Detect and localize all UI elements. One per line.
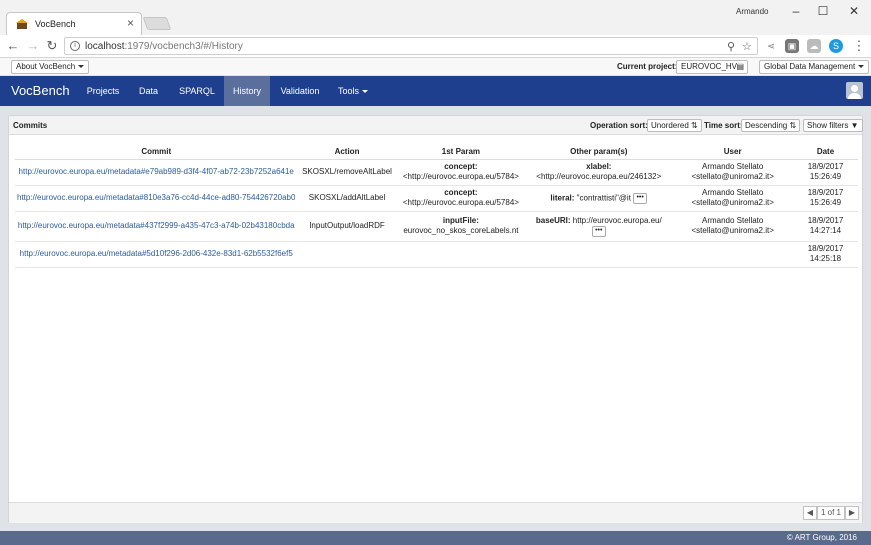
chrome-menu-icon[interactable]: ⋮ <box>851 38 867 54</box>
action-cell: SKOSXL/removeAltLabel <box>297 159 397 186</box>
copyright-text: © ART Group, 2016 <box>786 533 857 542</box>
date-cell: 18/9/2017 14:25:18 <box>792 241 858 268</box>
date-cell: 18/9/2017 15:26:49 <box>792 185 858 212</box>
panel-header: Commits Operation sort: Unordered ⇅ Time… <box>9 116 863 135</box>
address-text: localhost:1979/vocbench3/#/History <box>85 41 243 52</box>
nav-sparql[interactable]: SPARQL <box>170 76 224 106</box>
table-row: http://eurovoc.europa.eu/metadata#e79ab9… <box>15 159 858 186</box>
time-sort-label: Time sort: <box>704 121 743 130</box>
new-tab-button[interactable] <box>142 17 172 30</box>
col-first-param: 1st Param <box>396 144 526 160</box>
user-cell: Armando Stellato <stellato@uniroma2.it> <box>672 185 793 212</box>
back-icon[interactable]: ← <box>5 38 21 54</box>
other-params-cell: baseURI: http://eurovoc.europa.eu/••• <box>525 211 673 242</box>
commit-link[interactable]: http://eurovoc.europa.eu/metadata#5d10f2… <box>15 241 298 268</box>
next-page-icon[interactable]: ▶ <box>845 506 859 520</box>
current-project-selector[interactable]: EUROVOC_HV ▤ <box>676 60 748 74</box>
browser-toolbar: ← → ↻ i localhost:1979/vocbench3/#/Histo… <box>0 35 871 58</box>
cloud-extension-icon[interactable]: ☁ <box>807 39 821 53</box>
operation-sort-button[interactable]: Unordered ⇅ <box>647 119 702 132</box>
vocbench-brand[interactable]: VocBench <box>11 83 70 98</box>
action-cell: SKOSXL/addAltLabel <box>297 185 397 212</box>
more-params-button[interactable]: ••• <box>633 192 648 204</box>
key-icon[interactable]: ⚲ <box>727 40 735 53</box>
other-params-cell: literal: "contrattisti"@it ••• <box>525 185 673 212</box>
minimize-icon[interactable]: – <box>786 3 806 19</box>
commit-link[interactable]: http://eurovoc.europa.eu/metadata#e79ab9… <box>15 159 298 186</box>
page-indicator: 1 of 1 <box>817 506 845 520</box>
skype-extension-icon[interactable]: S <box>829 39 843 53</box>
filter-icon: ▼ <box>850 121 859 130</box>
col-user: User <box>672 144 793 160</box>
sort-order-icon: ⇅ <box>691 121 698 130</box>
global-data-management-dropdown[interactable]: Global Data Management <box>759 60 870 74</box>
more-params-button[interactable]: ••• <box>591 225 606 237</box>
commits-panel: Commits Operation sort: Unordered ⇅ Time… <box>8 115 863 523</box>
first-param-cell: concept: <http://eurovoc.europa.eu/5784> <box>396 159 526 186</box>
bookmark-star-icon[interactable]: ☆ <box>742 40 752 53</box>
panel-footer: ◀ 1 of 1 ▶ <box>9 502 862 523</box>
nav-history[interactable]: History <box>224 76 270 106</box>
table-row: http://eurovoc.europa.eu/metadata#5d10f2… <box>15 241 858 268</box>
col-action: Action <box>297 144 397 160</box>
date-cell: 18/9/2017 14:27:14 <box>792 211 858 242</box>
sort-desc-icon: ⇅ <box>789 121 797 130</box>
current-project-label: Current project: <box>617 62 678 71</box>
tab-title: VocBench <box>35 19 76 29</box>
previous-page-icon[interactable]: ◀ <box>803 506 817 520</box>
first-param-cell: inputFile: eurovoc_no_skos_coreLabels.nt <box>396 211 526 242</box>
table-row: http://eurovoc.europa.eu/metadata#810e3a… <box>15 185 858 212</box>
share-extension-icon[interactable]: ⋖ <box>764 39 778 53</box>
user-avatar[interactable] <box>846 82 863 99</box>
vocbench-favicon-icon <box>16 19 28 29</box>
col-commit: Commit <box>15 144 298 160</box>
app-footer: © ART Group, 2016 <box>0 531 871 545</box>
first-param-cell <box>396 241 526 268</box>
action-cell <box>297 241 397 268</box>
address-bar[interactable]: i localhost:1979/vocbench3/#/History ⚲ ☆ <box>64 37 758 55</box>
show-filters-button[interactable]: Show filters ▼ <box>803 119 863 132</box>
first-param-cell: concept: <http://eurovoc.europa.eu/5784> <box>396 185 526 212</box>
nav-tools-dropdown[interactable]: Tools <box>330 76 376 106</box>
table-header-row: Commit Action 1st Param Other param(s) U… <box>15 144 858 160</box>
other-params-cell <box>525 241 673 268</box>
commits-table: Commit Action 1st Param Other param(s) U… <box>15 144 858 268</box>
browser-tab[interactable]: VocBench × <box>6 12 142 35</box>
user-cell: Armando Stellato <stellato@uniroma2.it> <box>672 211 793 242</box>
operation-sort-label: Operation sort: <box>590 121 648 130</box>
other-params-cell: xlabel: <http://eurovoc.europa.eu/246132> <box>525 159 673 186</box>
nav-projects[interactable]: Projects <box>79 76 127 106</box>
project-list-icon: ▤ <box>736 62 744 71</box>
commit-link[interactable]: http://eurovoc.europa.eu/metadata#810e3a… <box>15 185 298 212</box>
commit-link[interactable]: http://eurovoc.europa.eu/metadata#437f29… <box>15 211 298 242</box>
browser-user-badge[interactable]: Armando <box>736 7 768 16</box>
reload-icon[interactable]: ↻ <box>44 38 60 54</box>
main-navbar: VocBench Projects Data SPARQL History Va… <box>0 76 871 106</box>
about-vocbench-dropdown[interactable]: About VocBench <box>11 60 90 74</box>
panel-title: Commits <box>13 121 48 130</box>
col-other-params: Other param(s) <box>525 144 673 160</box>
nav-validation[interactable]: Validation <box>270 76 330 106</box>
user-cell <box>672 241 793 268</box>
extension-icon[interactable]: ▣ <box>785 39 799 53</box>
vocbench-top-bar: About VocBench Current project: EUROVOC_… <box>0 58 871 76</box>
date-cell: 18/9/2017 15:26:49 <box>792 159 858 186</box>
tab-close-icon[interactable]: × <box>127 16 134 30</box>
maximize-icon[interactable]: ☐ <box>813 3 833 19</box>
site-info-icon[interactable]: i <box>70 41 80 51</box>
table-row: http://eurovoc.europa.eu/metadata#437f29… <box>15 211 858 242</box>
col-date: Date <box>792 144 858 160</box>
browser-titlebar: VocBench × Armando – ☐ ✕ <box>0 0 871 35</box>
close-window-icon[interactable]: ✕ <box>844 3 864 19</box>
time-sort-button[interactable]: Descending ⇅ <box>741 119 801 132</box>
user-cell: Armando Stellato <stellato@uniroma2.it> <box>672 159 793 186</box>
nav-data[interactable]: Data <box>127 76 170 106</box>
action-cell: InputOutput/loadRDF <box>297 211 397 242</box>
forward-icon[interactable]: → <box>25 38 41 54</box>
